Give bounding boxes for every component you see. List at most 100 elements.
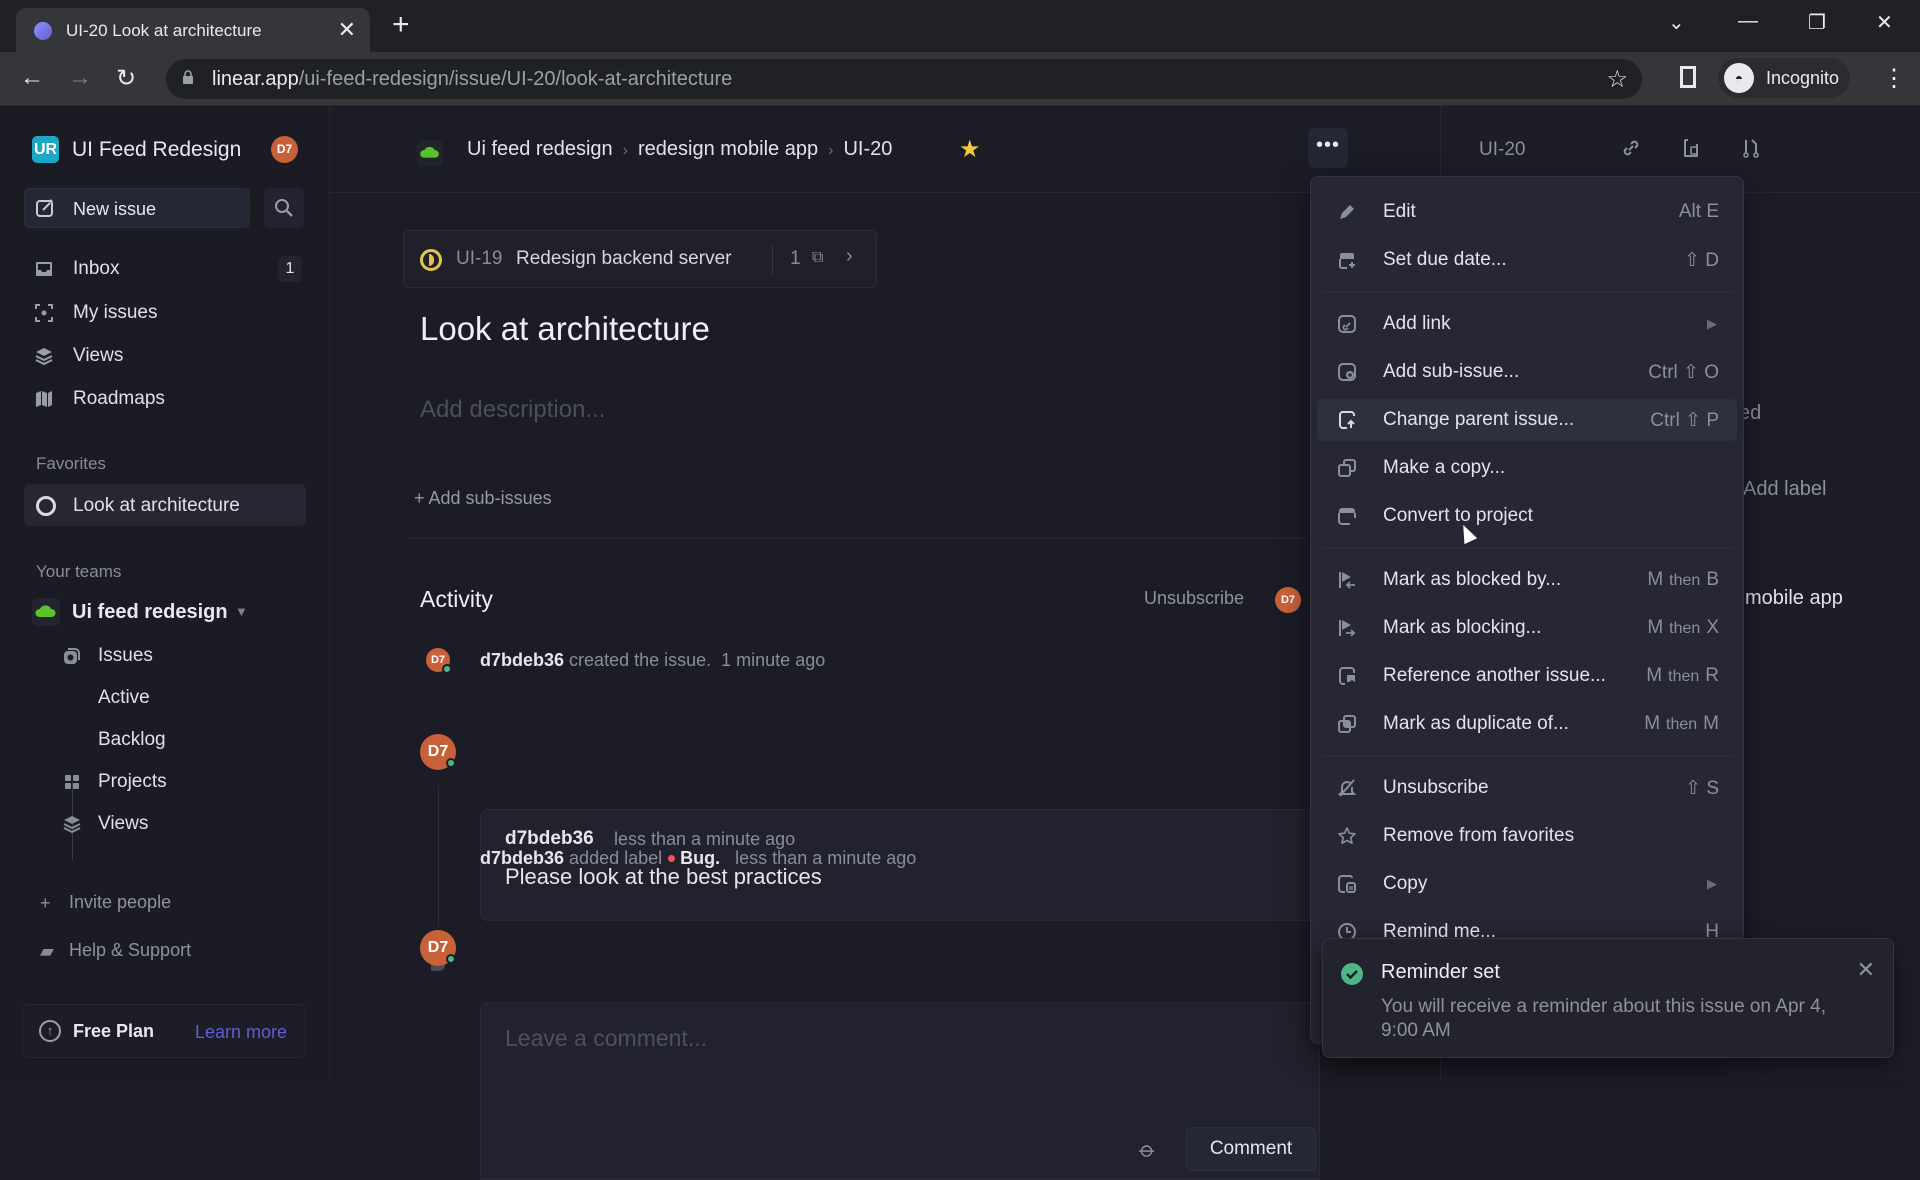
online-indicator: [446, 758, 456, 768]
duplicate-icon: [1338, 715, 1356, 733]
team-item-projects[interactable]: Projects: [56, 765, 296, 799]
roadmap-icon: [36, 391, 52, 407]
learn-more-link[interactable]: Learn more: [195, 1022, 287, 1043]
menu-item-mark-as-duplicate[interactable]: Mark as duplicate of... Mthen M: [1317, 703, 1737, 745]
breadcrumb-team[interactable]: Ui feed redesign: [467, 138, 613, 160]
help-label: Help & Support: [69, 940, 192, 960]
comment-submit-button[interactable]: Comment: [1186, 1127, 1316, 1171]
menu-shortcut: Ctrl ⇧ O: [1648, 362, 1719, 383]
copy-id-icon[interactable]: [1679, 136, 1703, 160]
invite-label: Invite people: [69, 892, 172, 912]
menu-item-unsubscribe[interactable]: Unsubscribe ⇧ S: [1317, 767, 1737, 809]
menu-item-label: Change parent issue...: [1383, 409, 1575, 430]
your-teams-heading: Your teams: [36, 562, 122, 581]
menu-item-make-a-copy[interactable]: Make a copy...: [1317, 447, 1737, 489]
favorite-star-icon[interactable]: ★: [959, 135, 981, 164]
project-value-partial[interactable]: mobile app: [1745, 587, 1843, 610]
side-panel-icon[interactable]: [1680, 66, 1696, 88]
close-tab-icon[interactable]: ✕: [338, 17, 356, 43]
breadcrumb-issue[interactable]: UI-20: [843, 138, 892, 160]
plan-label: Free Plan: [73, 1021, 155, 1041]
workspace-name[interactable]: UI Feed Redesign: [72, 138, 241, 162]
menu-item-add-sub-issue[interactable]: Add sub-issue... Ctrl ⇧ O: [1317, 351, 1737, 393]
book-icon: ▰: [40, 941, 54, 961]
sidebar-item-my-issues[interactable]: My issues: [24, 295, 306, 331]
in-progress-status-icon: [420, 249, 442, 271]
toast-close-icon[interactable]: ✕: [1857, 957, 1875, 983]
git-branch-icon[interactable]: [1739, 136, 1763, 160]
new-tab-button[interactable]: +: [392, 10, 410, 40]
attachment-paperclip-icon[interactable]: ⌀: [1134, 1136, 1161, 1164]
parent-issue-id: UI-19: [456, 248, 503, 269]
minimize-icon[interactable]: —: [1738, 10, 1758, 33]
menu-item-mark-as-blocked-by[interactable]: Mark as blocked by... Mthen B: [1317, 559, 1737, 601]
menu-item-remove-from-favorites[interactable]: Remove from favorites: [1317, 815, 1737, 857]
parent-issue-card[interactable]: UI-19 Redesign backend server 1 ⧉ ›: [403, 230, 877, 288]
comment-input[interactable]: Leave a comment...: [505, 1025, 707, 1052]
unsubscribe-button[interactable]: Unsubscribe: [1144, 588, 1244, 609]
copy-link-icon[interactable]: [1619, 136, 1643, 160]
workspace-logo[interactable]: UR: [32, 136, 59, 163]
menu-item-label: Reference another issue...: [1383, 665, 1606, 686]
menu-item-add-link[interactable]: Add link ▶: [1317, 303, 1737, 345]
reload-icon[interactable]: ↻: [116, 64, 136, 93]
menu-item-edit[interactable]: Edit Alt E: [1317, 191, 1737, 233]
menu-item-change-parent-issue[interactable]: Change parent issue... Ctrl ⇧ P: [1317, 399, 1737, 441]
team-item-issues[interactable]: Issues: [56, 639, 296, 673]
more-options-button[interactable]: •••: [1308, 128, 1348, 168]
add-label-button[interactable]: Add label: [1743, 478, 1826, 501]
issue-title[interactable]: Look at architecture: [420, 310, 710, 348]
breadcrumb-project[interactable]: redesign mobile app: [638, 138, 818, 160]
team-item-label: Views: [98, 813, 149, 834]
menu-item-mark-as-blocking[interactable]: Mark as blocking... Mthen X: [1317, 607, 1737, 649]
restore-icon[interactable]: ❐: [1808, 10, 1826, 35]
browser-tab[interactable]: UI-20 Look at architecture ✕: [16, 8, 370, 52]
copy-duplicate-icon: [1338, 459, 1356, 477]
menu-item-set-due-date[interactable]: Set due date... ⇧ D: [1317, 239, 1737, 281]
incognito-label: Incognito: [1766, 68, 1840, 88]
menu-item-label: Mark as blocked by...: [1383, 569, 1562, 590]
back-icon[interactable]: ←: [20, 64, 44, 92]
blocking-flag-icon: [1339, 620, 1356, 637]
team-item-views[interactable]: Views: [56, 807, 296, 841]
tab-search-chevron-icon[interactable]: ⌄: [1668, 10, 1685, 35]
invite-people-button[interactable]: + Invite people: [36, 888, 296, 918]
team-name: Ui feed redesign: [72, 601, 228, 623]
team-item-label: Backlog: [98, 729, 166, 750]
browser-menu-icon[interactable]: ⋮: [1882, 64, 1906, 93]
issue-context-menu: Edit Alt E Set due date... ⇧ D Add link …: [1310, 176, 1744, 1044]
help-support-button[interactable]: ▰ Help & Support: [36, 936, 296, 966]
search-button[interactable]: [264, 188, 304, 228]
menu-item-copy[interactable]: Copy ▶: [1317, 863, 1737, 905]
pencil-icon: [1340, 205, 1354, 219]
activity-timeline-line: [438, 786, 439, 926]
url-input[interactable]: linear.app/ui-feed-redesign/issue/UI-20/…: [166, 59, 1642, 99]
menu-shortcut: Mthen R: [1646, 665, 1719, 686]
bookmark-star-icon[interactable]: ☆: [1606, 65, 1628, 94]
event-user[interactable]: d7bdeb36: [480, 848, 564, 868]
sidebar-item-inbox[interactable]: Inbox 1: [24, 251, 306, 287]
forward-icon[interactable]: →: [68, 64, 92, 92]
menu-item-convert-to-project[interactable]: Convert to project: [1317, 495, 1737, 537]
comment-author[interactable]: d7bdeb36: [505, 828, 594, 850]
user-avatar[interactable]: D7: [271, 136, 298, 163]
team-ui-feed-redesign[interactable]: Ui feed redesign ▼: [32, 596, 292, 630]
team-item-backlog[interactable]: Backlog: [80, 723, 320, 757]
window-close-icon[interactable]: ✕: [1876, 10, 1893, 35]
browser-tab-bar: UI-20 Look at architecture ✕ + ⌄ — ❐ ✕: [0, 0, 1920, 52]
menu-item-label: Copy: [1383, 873, 1428, 894]
menu-separator: [1321, 547, 1735, 548]
subscriber-avatar[interactable]: D7: [1275, 587, 1301, 613]
incognito-profile-button[interactable]: ◓ Incognito: [1718, 58, 1850, 98]
description-input[interactable]: Add description...: [420, 396, 605, 424]
menu-item-reference-another-issue[interactable]: Reference another issue... Mthen R: [1317, 655, 1737, 697]
add-sub-issues-button[interactable]: + Add sub-issues: [414, 488, 552, 509]
team-item-active[interactable]: Active: [80, 681, 320, 715]
sidebar-item-roadmaps[interactable]: Roadmaps: [24, 381, 306, 417]
submenu-arrow-icon: ▶: [1707, 316, 1717, 331]
new-issue-button[interactable]: New issue: [24, 188, 250, 228]
event-user[interactable]: d7bdeb36: [480, 650, 564, 670]
sidebar-item-views[interactable]: Views: [24, 338, 306, 374]
my-issues-icon: [35, 304, 53, 322]
favorite-item[interactable]: Look at architecture: [24, 484, 306, 526]
